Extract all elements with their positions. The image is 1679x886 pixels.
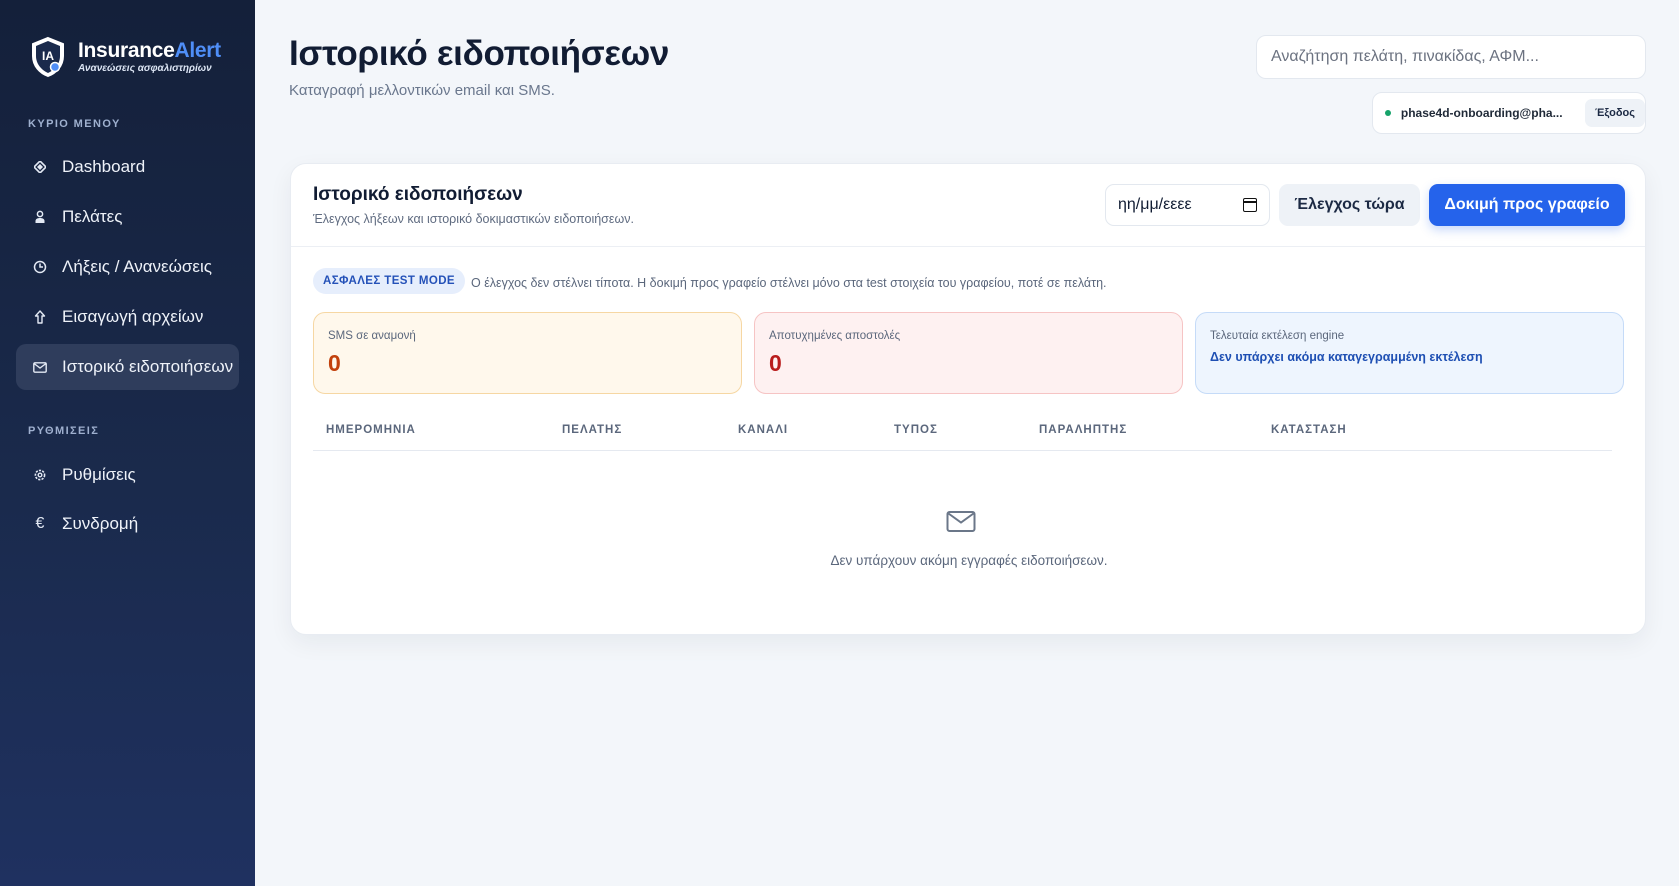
stat-label: Αποτυχημένες αποστολές — [769, 330, 901, 342]
stat-failed-sends: Αποτυχημένες αποστολές 0 — [754, 312, 1183, 394]
sidebar-item-notification-history[interactable]: Ιστορικό ειδοποιήσεων — [16, 344, 239, 390]
online-status-dot — [1385, 110, 1391, 116]
column-header-recipient[interactable]: ΠΑΡΑΛΗΠΤΗΣ — [1039, 424, 1127, 436]
envelope-icon — [946, 510, 976, 534]
stat-pending-sms: SMS σε αναμονή 0 — [313, 312, 742, 394]
date-placeholder: ηη/μμ/εεεε — [1118, 196, 1192, 213]
nav-section-main: ΚΥΡΙΟ ΜΕΝΟΥ — [28, 118, 121, 130]
page-title: Ιστορικό ειδοποιήσεων — [289, 34, 670, 73]
divider — [291, 246, 1645, 247]
sidebar-item-label: Ιστορικό ειδοποιήσεων — [62, 357, 234, 376]
sidebar-item-label: Λήξεις / Ανανεώσεις — [62, 257, 212, 276]
stat-engine-value: Δεν υπάρχει ακόμα καταγεγραμμένη εκτέλεσ… — [1210, 350, 1483, 364]
diamond-icon — [32, 159, 48, 175]
logout-button[interactable]: Έξοδος — [1585, 99, 1645, 127]
sidebar-item-dashboard[interactable]: Dashboard — [16, 144, 239, 190]
sidebar-item-label: Συνδρομή — [62, 514, 139, 533]
sidebar-item-import[interactable]: Εισαγωγή αρχείων — [16, 294, 239, 340]
sidebar: IA InsuranceAlert Ανανεώσεις ασφαλιστηρί… — [0, 0, 255, 886]
sidebar-item-label: Εισαγωγή αρχείων — [62, 307, 204, 326]
empty-state-text: Δεν υπάρχουν ακόμη εγγραφές ειδοποιήσεων… — [830, 553, 1108, 568]
column-header-channel[interactable]: ΚΑΝΑΛΙ — [738, 424, 788, 436]
stat-value: 0 — [769, 350, 782, 376]
stat-last-engine-run: Τελευταία εκτέλεση engine Δεν υπάρχει ακ… — [1195, 312, 1624, 394]
user-email: phase4d-onboarding@pha... — [1400, 106, 1563, 120]
page-subtitle: Καταγραφή μελλοντικών email και SMS. — [289, 82, 555, 99]
user-account-pill: phase4d-onboarding@pha... Έξοδος — [1372, 92, 1646, 134]
stat-label: SMS σε αναμονή — [328, 330, 416, 342]
date-picker-input[interactable]: ηη/μμ/εεεε — [1105, 184, 1270, 226]
column-header-customer[interactable]: ΠΕΛΑΤΗΣ — [562, 424, 622, 436]
brand-tagline: Ανανεώσεις ασφαλιστηρίων — [78, 63, 212, 74]
card-subtitle: Έλεγχος λήξεων και ιστορικό δοκιμαστικών… — [313, 212, 634, 226]
calendar-icon[interactable] — [1243, 198, 1257, 212]
test-to-office-button[interactable]: Δοκιμή προς γραφείο — [1429, 184, 1625, 226]
test-mode-notice: Ο έλεγχος δεν στέλνει τίποτα. Η δοκιμή π… — [471, 276, 1107, 290]
table-header-divider — [313, 450, 1612, 451]
nav-section-settings: ΡΥΘΜΙΣΕΙΣ — [28, 425, 100, 437]
brand[interactable]: IA InsuranceAlert Ανανεώσεις ασφαλιστηρί… — [30, 36, 221, 78]
clock-icon — [32, 259, 48, 275]
euro-icon: € — [35, 515, 45, 532]
person-icon — [32, 209, 48, 225]
column-header-date[interactable]: ΗΜΕΡΟΜΗΝΙΑ — [326, 424, 416, 436]
gear-icon — [32, 467, 48, 483]
notification-history-card: Ιστορικό ειδοποιήσεων Έλεγχος λήξεων και… — [290, 163, 1646, 635]
stat-label: Τελευταία εκτέλεση engine — [1210, 330, 1345, 342]
sidebar-item-subscription[interactable]: € Συνδρομή — [16, 501, 239, 547]
mail-icon — [32, 359, 48, 375]
sidebar-item-label: Dashboard — [62, 157, 146, 176]
column-header-type[interactable]: ΤΥΠΟΣ — [894, 424, 938, 436]
sidebar-item-renewals[interactable]: Λήξεις / Ανανεώσεις — [16, 244, 239, 290]
sidebar-item-label: Ρυθμίσεις — [62, 465, 136, 484]
test-mode-badge: ΑΣΦΑΛΕΣ TEST MODE — [313, 268, 465, 294]
card-title: Ιστορικό ειδοποιήσεων — [313, 184, 523, 205]
column-header-status[interactable]: ΚΑΤΑΣΤΑΣΗ — [1271, 424, 1347, 436]
upload-icon — [32, 309, 48, 325]
svg-text:IA: IA — [42, 49, 54, 63]
sidebar-item-label: Πελάτες — [62, 207, 123, 226]
search-input[interactable] — [1256, 35, 1646, 79]
stat-value: 0 — [328, 350, 341, 376]
sidebar-item-customers[interactable]: Πελάτες — [16, 194, 239, 240]
brand-name: InsuranceAlert — [78, 39, 221, 62]
sidebar-item-settings[interactable]: Ρυθμίσεις — [16, 452, 239, 498]
check-now-button[interactable]: Έλεγχος τώρα — [1279, 184, 1420, 226]
shield-logo-icon: IA — [30, 36, 66, 78]
